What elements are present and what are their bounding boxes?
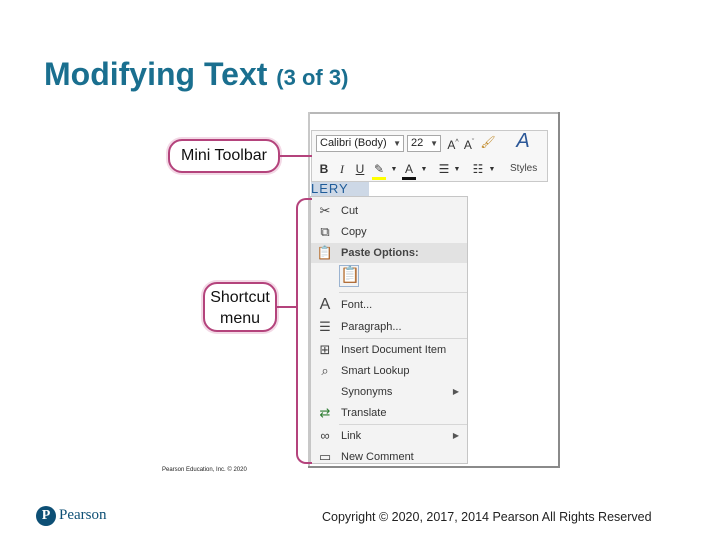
highlight-color-bar xyxy=(372,177,386,180)
mini-toolbar: Calibri (Body) ▼ 22 ▼ A^ Aˇ 🖌 A Styles B… xyxy=(311,130,548,182)
image-credit: Pearson Education, Inc. © 2020 xyxy=(162,467,247,473)
menu-item-cut[interactable]: ✂ Cut xyxy=(311,201,467,221)
callout-leader-line xyxy=(280,155,312,157)
callout-label: Mini Toolbar xyxy=(181,147,267,164)
link-icon: ∞ xyxy=(320,428,330,443)
menu-separator xyxy=(339,292,467,293)
numbering-icon[interactable]: ☷ xyxy=(470,161,486,177)
chevron-down-icon[interactable]: ▼ xyxy=(430,136,438,151)
bullets-icon[interactable]: ☰ xyxy=(436,161,452,177)
callout-label: Shortcut xyxy=(210,289,270,306)
chevron-down-icon[interactable]: ▼ xyxy=(453,162,461,178)
menu-item-label: Paste Options: xyxy=(341,247,419,259)
menu-item-label: New Comment xyxy=(341,451,414,463)
chevron-right-icon: ▶ xyxy=(452,431,459,440)
menu-item-label: Cut xyxy=(341,205,359,217)
menu-item-new-comment[interactable]: ▭ New Comment xyxy=(311,447,467,467)
shortcut-menu: ✂ Cut ⧉ Copy 📋 Paste Options: 📋 A Font..… xyxy=(310,196,468,464)
copyright-notice: Copyright © 2020, 2017, 2014 Pearson All… xyxy=(322,510,652,524)
search-icon: ⌕ xyxy=(321,363,329,378)
selected-text[interactable]: LERY xyxy=(311,182,369,196)
slide-title: Modifying Text (3 of 3) xyxy=(44,56,348,93)
pearson-logo-icon: P xyxy=(36,506,56,526)
grow-font-icon[interactable]: A^ xyxy=(446,135,460,153)
menu-item-label: Insert Document Item xyxy=(341,344,447,356)
insert-document-item-icon: ⊞ xyxy=(319,342,331,357)
title-sub: (3 of 3) xyxy=(276,65,349,90)
styles-label[interactable]: Styles xyxy=(510,163,537,174)
menu-item-label: Translate xyxy=(341,407,387,419)
menu-item-font[interactable]: A Font... xyxy=(311,295,467,315)
font-name-value: Calibri (Body) xyxy=(320,137,387,149)
menu-item-label: Font... xyxy=(341,299,373,311)
shrink-font-icon[interactable]: Aˇ xyxy=(462,135,476,153)
menu-item-label: Link xyxy=(341,430,362,442)
title-main: Modifying Text xyxy=(44,56,268,92)
paste-keep-formatting-icon[interactable]: 📋 xyxy=(339,265,360,287)
menu-item-insert-document-item[interactable]: ⊞ Insert Document Item xyxy=(311,340,467,360)
styles-icon[interactable]: A xyxy=(508,131,538,161)
font-icon: A xyxy=(319,296,331,313)
menu-item-label: Synonyms xyxy=(341,386,393,398)
translate-icon: ⇄ xyxy=(319,405,331,420)
font-name-box[interactable]: Calibri (Body) ▼ xyxy=(316,135,404,152)
font-color-icon[interactable]: A xyxy=(402,161,416,177)
frame-right xyxy=(558,112,560,468)
bold-icon[interactable]: B xyxy=(318,161,330,177)
format-painter-icon[interactable]: 🖌 xyxy=(480,134,496,150)
menu-item-link[interactable]: ∞ Link ▶ xyxy=(311,426,467,446)
copy-icon: ⧉ xyxy=(320,224,330,239)
chevron-down-icon[interactable]: ▼ xyxy=(420,162,428,178)
menu-separator xyxy=(339,338,467,339)
menu-item-paste-options: 📋 Paste Options: xyxy=(311,243,467,263)
menu-separator xyxy=(339,424,467,425)
underline-icon[interactable]: U xyxy=(354,161,366,177)
paste-icon: 📋 xyxy=(316,245,334,260)
callout-bracket xyxy=(296,198,312,464)
font-size-value: 22 xyxy=(411,137,424,149)
menu-item-smart-lookup[interactable]: ⌕ Smart Lookup xyxy=(311,361,467,381)
callout-leader-line xyxy=(277,306,297,308)
menu-item-paragraph[interactable]: ☰ Paragraph... xyxy=(311,317,467,337)
comment-icon: ▭ xyxy=(318,449,332,464)
frame-top xyxy=(308,112,560,114)
menu-item-translate[interactable]: ⇄ Translate xyxy=(311,403,467,423)
menu-item-label: Smart Lookup xyxy=(341,365,410,377)
font-size-box[interactable]: 22 ▼ xyxy=(407,135,441,152)
chevron-down-icon[interactable]: ▼ xyxy=(393,136,401,151)
menu-item-label: Paragraph... xyxy=(341,321,402,333)
callout-mini-toolbar: Mini Toolbar xyxy=(168,139,280,173)
chevron-down-icon[interactable]: ▼ xyxy=(390,162,398,178)
callout-label: menu xyxy=(219,310,261,327)
chevron-down-icon[interactable]: ▼ xyxy=(488,162,496,178)
pearson-wordmark: Pearson xyxy=(59,507,107,523)
paragraph-icon: ☰ xyxy=(319,319,331,334)
menu-item-paste-keep-formatting[interactable]: 📋 xyxy=(311,265,467,289)
italic-icon[interactable]: I xyxy=(336,161,348,177)
menu-item-synonyms[interactable]: Synonyms ▶ xyxy=(311,382,467,402)
chevron-right-icon: ▶ xyxy=(452,387,459,396)
callout-shortcut-menu: Shortcut menu xyxy=(203,282,277,332)
menu-item-label: Copy xyxy=(341,226,367,238)
highlight-icon[interactable]: ✎ xyxy=(372,161,386,177)
font-color-bar xyxy=(402,177,416,180)
scissors-icon: ✂ xyxy=(319,203,331,218)
menu-item-copy[interactable]: ⧉ Copy xyxy=(311,222,467,242)
